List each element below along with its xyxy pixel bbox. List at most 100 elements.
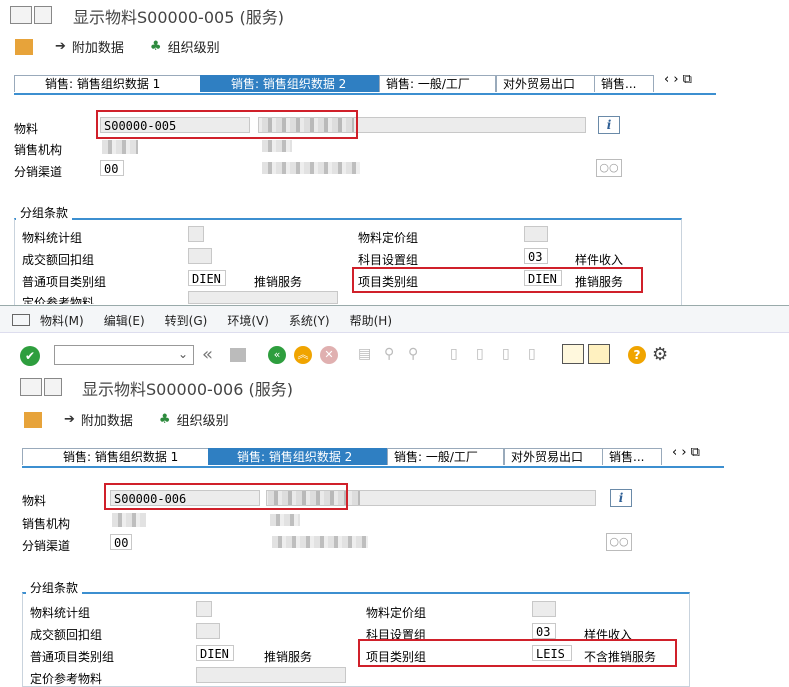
rebate-group-field[interactable]: [196, 623, 220, 639]
org-levels-icon: ♣: [149, 39, 162, 54]
corner-icon[interactable]: [44, 378, 62, 396]
check-icon[interactable]: ✔: [20, 346, 40, 366]
screen-icon[interactable]: [20, 378, 42, 396]
change-display-icon[interactable]: [24, 411, 42, 428]
page-title: 显示物料S00000-006 (服务): [82, 380, 293, 399]
arrow-right-icon: ➔: [55, 39, 66, 54]
dist-channel-field[interactable]: 00: [100, 160, 124, 176]
info-icon[interactable]: i: [610, 489, 632, 507]
acct-assign-field[interactable]: 03: [532, 623, 556, 639]
pricing-ref-field[interactable]: [196, 667, 346, 683]
acct-assign-text: 样件收入: [575, 253, 624, 267]
mat-price-group-field[interactable]: [532, 601, 556, 617]
chevron-down-icon[interactable]: ⌄: [178, 347, 188, 361]
rebate-group-field[interactable]: [188, 248, 212, 264]
print-icon[interactable]: ▤: [358, 346, 371, 362]
glasses-icon[interactable]: ○○: [596, 159, 622, 177]
pricing-ref-label: 定价参考物料: [22, 296, 95, 304]
acct-assign-field[interactable]: 03: [524, 248, 548, 264]
redacted-sales-org-text: [262, 140, 292, 152]
dist-channel-label: 分销渠道: [22, 539, 71, 553]
material-highlight: [104, 483, 348, 510]
toolbar: ➔ 附加数据 ♣ 组织级别: [24, 410, 229, 429]
menu-icon[interactable]: [12, 314, 30, 326]
arrow-right-icon: ➔: [64, 412, 75, 427]
toolbar: ➔ 附加数据 ♣ 组织级别: [15, 37, 220, 56]
dist-channel-field[interactable]: 00: [110, 534, 132, 550]
tab-general-plant[interactable]: 销售: 一般/工厂: [387, 448, 504, 465]
tab-sales-org-2[interactable]: 销售: 销售组织数据 2: [208, 448, 396, 465]
tab-nav-icons[interactable]: ‹ › ⧉: [664, 72, 692, 87]
settings-icon[interactable]: ⚙: [652, 344, 668, 365]
exit-icon[interactable]: ︽: [294, 346, 312, 364]
mat-stat-group-label: 物料统计组: [22, 231, 83, 245]
save-icon[interactable]: [230, 348, 246, 362]
sales-org-label: 销售机构: [22, 517, 71, 531]
change-display-icon[interactable]: [15, 38, 33, 55]
gen-item-cat-field[interactable]: DIEN: [188, 270, 226, 286]
redacted-sales-org-text: [270, 514, 300, 526]
menu-environment[interactable]: 环境(V): [227, 312, 269, 329]
sales-org-label: 销售机构: [14, 143, 63, 157]
back-icon[interactable]: «: [268, 346, 286, 364]
menu-help[interactable]: 帮助(H): [350, 312, 392, 329]
tab-sales-org-2[interactable]: 销售: 销售组织数据 2: [200, 75, 390, 92]
mat-stat-group-field[interactable]: [188, 226, 204, 242]
last-page-icon[interactable]: ▯: [528, 346, 536, 362]
top-screen: 显示物料S00000-005 (服务) ➔ 附加数据 ♣ 组织级别 销售: 销售…: [0, 0, 789, 307]
tab-foreign-trade[interactable]: 对外贸易出口: [504, 448, 604, 465]
page-title: 显示物料S00000-005 (服务): [73, 8, 284, 27]
menu-edit[interactable]: 编辑(E): [104, 312, 145, 329]
redacted-sales-org: [112, 513, 146, 527]
material-highlight: [96, 110, 358, 139]
gen-item-cat-label: 普通项目类别组: [30, 650, 115, 664]
rebate-group-label: 成交额回扣组: [22, 253, 95, 267]
info-icon[interactable]: i: [598, 116, 620, 134]
gen-item-cat-label: 普通项目类别组: [22, 275, 107, 289]
tab-general-plant[interactable]: 销售: 一般/工厂: [379, 75, 496, 92]
find-icon[interactable]: ⚲: [384, 346, 394, 362]
tab-foreign-trade[interactable]: 对外贸易出口: [496, 75, 596, 92]
next-page-icon[interactable]: ▯: [502, 346, 510, 362]
mat-price-group-label: 物料定价组: [358, 231, 419, 245]
mat-stat-group-field[interactable]: [196, 601, 212, 617]
material-label: 物料: [22, 494, 47, 508]
double-left-icon[interactable]: «: [202, 344, 213, 365]
cancel-icon[interactable]: ✕: [320, 346, 338, 364]
org-levels-button[interactable]: 组织级别: [177, 410, 229, 429]
pricing-ref-field[interactable]: [188, 291, 338, 304]
shortcut-icon[interactable]: [588, 344, 610, 364]
grouping-title: 分组条款: [16, 204, 73, 221]
glasses-icon[interactable]: ○○: [606, 533, 632, 551]
gen-item-cat-text: 推销服务: [254, 275, 303, 289]
tab-sales-more[interactable]: 销售...: [594, 75, 654, 92]
additional-data-button[interactable]: 附加数据: [81, 410, 133, 429]
new-session-icon[interactable]: [562, 344, 584, 364]
first-page-icon[interactable]: ▯: [450, 346, 458, 362]
gen-item-cat-field[interactable]: DIEN: [196, 645, 234, 661]
redacted-channel-text: [272, 536, 368, 548]
menu-system[interactable]: 系统(Y): [289, 312, 330, 329]
tab-nav-icons[interactable]: ‹ › ⧉: [672, 445, 700, 460]
tab-sales-org-1[interactable]: 销售: 销售组织数据 1: [14, 75, 224, 92]
item-cat-highlight: [352, 267, 643, 293]
command-field[interactable]: [54, 345, 194, 365]
grouping-title: 分组条款: [26, 579, 83, 596]
menu-material[interactable]: 物料(M): [40, 312, 84, 329]
gen-item-cat-text: 推销服务: [264, 650, 313, 664]
corner-icon[interactable]: [34, 6, 52, 24]
screen-icon[interactable]: [10, 6, 32, 24]
org-levels-button[interactable]: 组织级别: [168, 37, 220, 56]
help-icon[interactable]: ?: [628, 346, 646, 364]
tab-sales-more[interactable]: 销售...: [602, 448, 662, 465]
additional-data-button[interactable]: 附加数据: [72, 37, 124, 56]
redacted-channel-text: [262, 162, 360, 174]
tab-strip: 销售: 销售组织数据 1 销售: 销售组织数据 2 销售: 一般/工厂 对外贸易…: [22, 445, 724, 468]
menu-goto[interactable]: 转到(G): [165, 312, 208, 329]
menu-items: 物料(M) 编辑(E) 转到(G) 环境(V) 系统(Y) 帮助(H): [40, 312, 392, 329]
find-next-icon[interactable]: ⚲: [408, 346, 418, 362]
prev-page-icon[interactable]: ▯: [476, 346, 484, 362]
dist-channel-label: 分销渠道: [14, 165, 63, 179]
mat-price-group-field[interactable]: [524, 226, 548, 242]
mat-price-group-label: 物料定价组: [366, 606, 427, 620]
